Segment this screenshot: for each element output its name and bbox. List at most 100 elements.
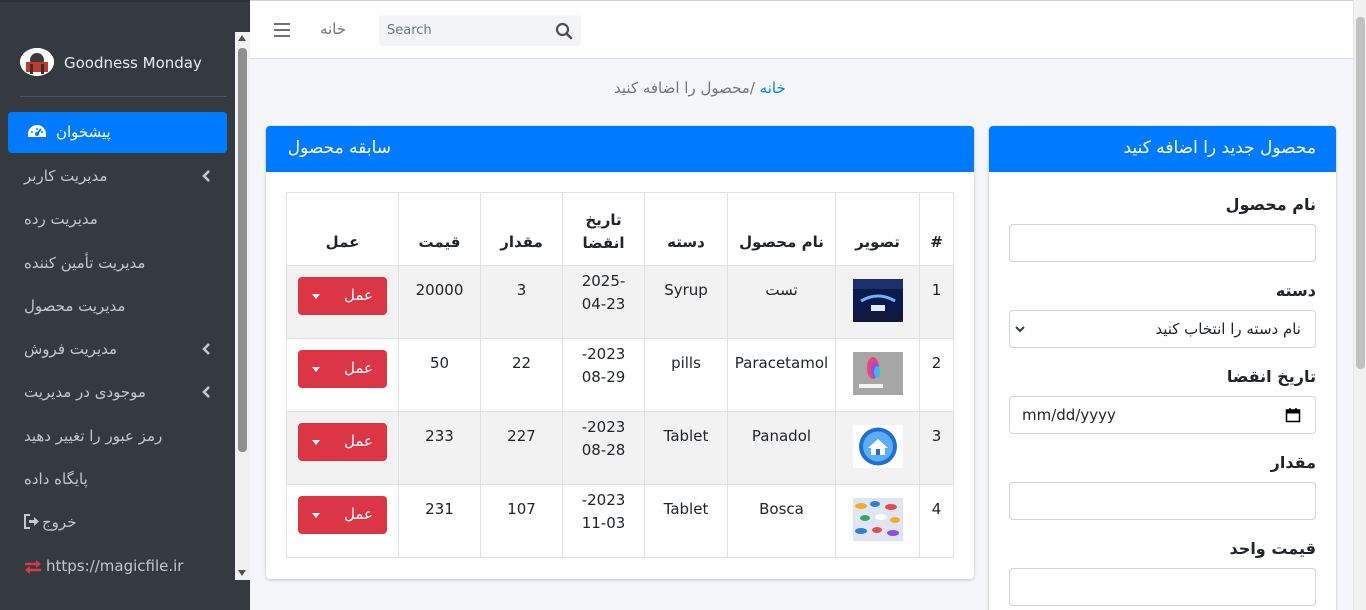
cell-quantity: 227 xyxy=(480,411,563,485)
sidebar-item-label: خروج xyxy=(42,513,77,532)
cell-number: 1 xyxy=(919,265,954,339)
sidebar-item-logout[interactable]: خروج xyxy=(0,501,235,544)
product-thumbnail[interactable] xyxy=(852,498,903,541)
sidebar-item-label: مدیریت تأمین کننده xyxy=(24,253,146,272)
exchange-icon xyxy=(25,559,41,574)
cell-action: عمل xyxy=(286,338,399,412)
caret-down-icon xyxy=(312,294,320,299)
scroll-up-arrow-icon[interactable] xyxy=(238,35,246,41)
search-icon[interactable] xyxy=(555,22,573,40)
chevron-left-icon xyxy=(202,343,210,356)
quantity-label: مقدار xyxy=(1270,453,1316,472)
menu-toggle-icon[interactable] xyxy=(274,23,290,37)
expiry-year: 2023- xyxy=(581,491,626,509)
action-dropdown-button[interactable]: عمل xyxy=(298,277,387,315)
chevron-down-icon xyxy=(1015,326,1025,333)
category-selected-value: نام دسته را انتخاب کنید xyxy=(1155,320,1301,338)
cell-image xyxy=(835,265,920,339)
unit-price-field[interactable] xyxy=(1009,568,1316,606)
sidebar-item-supplier-management[interactable]: مدیریت تأمین کننده xyxy=(0,242,235,285)
col-header-expiry: تاریخ انقضا xyxy=(562,192,645,266)
cell-price: 231 xyxy=(398,484,481,558)
card-title: محصول جدید را اضافه کنید xyxy=(1123,138,1316,158)
sidebar-item-sales-management[interactable]: مدیریت فروش xyxy=(0,328,235,371)
card-header: محصول جدید را اضافه کنید xyxy=(989,126,1336,172)
expiry-date-label: تاریخ انقضا xyxy=(1226,367,1316,386)
scroll-down-arrow-icon[interactable] xyxy=(238,570,246,576)
scrollbar-thumb[interactable] xyxy=(238,48,247,452)
card-header: سابقه محصول xyxy=(266,126,974,172)
cell-name: Bosca xyxy=(727,484,836,558)
brand-link[interactable]: Goodness Monday xyxy=(0,32,250,96)
breadcrumb-home[interactable]: خانه xyxy=(760,79,786,97)
expiry-monthday: 11-03 xyxy=(581,514,626,532)
search-input[interactable] xyxy=(379,15,549,46)
sidebar-scrollbar[interactable] xyxy=(235,32,250,580)
sidebar-item-database[interactable]: پایگاه داده xyxy=(0,458,235,501)
expiry-year: 2023- xyxy=(581,418,626,436)
sidebar-item-product-management[interactable]: مدیریت محصول xyxy=(0,285,235,328)
divider xyxy=(20,96,227,97)
page-scrollbar[interactable] xyxy=(1353,0,1366,610)
cell-category: Tablet xyxy=(644,484,728,558)
sidebar-item-label: پایگاه داده xyxy=(24,470,88,489)
sidebar-item-user-management[interactable]: مدیریت کاربر xyxy=(0,155,235,198)
category-label: دسته xyxy=(1275,281,1316,300)
cell-image xyxy=(835,411,920,485)
sidebar-item-label: https://magicfile.ir xyxy=(46,556,184,575)
sidebar-item-label: موجودی در مدیریت xyxy=(24,383,146,402)
col-header-image: تصویر xyxy=(835,192,920,266)
expiry-year: 2025- xyxy=(581,272,626,290)
expiry-date-field[interactable]: mm/dd/yyyy xyxy=(1009,396,1316,434)
product-name-label: نام محصول xyxy=(1225,195,1316,214)
cell-quantity: 22 xyxy=(480,338,563,412)
expiry-monthday: 08-28 xyxy=(581,441,626,459)
sidebar-item-label: مدیریت کاربر xyxy=(24,167,108,185)
table-row: 4 Bosca Tablet 2023- 11-03 107 231 عمل xyxy=(286,484,954,558)
col-header-number: # xyxy=(919,192,954,266)
sidebar-item-magicfile-link[interactable]: https://magicfile.ir xyxy=(0,545,235,588)
cell-expiry: 2023- 08-29 xyxy=(562,338,645,412)
chevron-left-icon xyxy=(202,170,210,182)
cell-expiry: 2023- 08-28 xyxy=(562,411,645,485)
cell-category: pills xyxy=(644,338,728,412)
sidebar-item-change-password[interactable]: رمز عبور را تغییر دهید xyxy=(0,415,235,458)
sidebar-nav: پیشخوان مدیریت کاربر مدیریت رده مدیریت ت… xyxy=(0,112,235,588)
sidebar-item-dashboard[interactable]: پیشخوان xyxy=(8,112,227,153)
product-thumbnail[interactable] xyxy=(852,352,903,395)
expiry-date-placeholder: mm/dd/yyyy xyxy=(1022,406,1116,424)
cell-expiry: 2023- 11-03 xyxy=(562,484,645,558)
expiry-monthday: 04-23 xyxy=(581,295,626,313)
sidebar-item-category-management[interactable]: مدیریت رده xyxy=(0,198,235,241)
product-thumbnail[interactable] xyxy=(852,279,903,322)
tachometer-icon xyxy=(28,125,46,137)
action-label: عمل xyxy=(344,359,373,377)
breadcrumb-separator: / xyxy=(749,79,760,97)
add-product-card: محصول جدید را اضافه کنید نام محصول دسته … xyxy=(989,126,1336,610)
caret-down-icon xyxy=(312,513,320,518)
nav-home-link[interactable]: خانه xyxy=(320,20,346,38)
action-dropdown-button[interactable]: عمل xyxy=(298,350,387,388)
col-header-quantity: مقدار xyxy=(480,192,563,266)
unit-price-label: قیمت واحد xyxy=(1229,539,1316,558)
cell-number: 3 xyxy=(919,411,954,485)
action-dropdown-button[interactable]: عمل xyxy=(298,496,387,534)
product-name-field[interactable] xyxy=(1009,224,1316,262)
cell-number: 2 xyxy=(919,338,954,412)
cell-action: عمل xyxy=(286,265,399,339)
quantity-field[interactable] xyxy=(1009,482,1316,520)
sidebar-item-inventory-management[interactable]: موجودی در مدیریت xyxy=(0,371,235,414)
sidebar-item-label: مدیریت فروش xyxy=(24,340,118,359)
cell-name: Panadol xyxy=(727,411,836,485)
products-table: # تصویر نام محصول دسته تاریخ انقضا مقدار… xyxy=(286,192,954,558)
scrollbar-thumb[interactable] xyxy=(1356,17,1365,369)
calendar-icon[interactable] xyxy=(1285,407,1301,423)
category-select[interactable]: نام دسته را انتخاب کنید xyxy=(1009,310,1316,348)
cell-price: 233 xyxy=(398,411,481,485)
brand-text: Goodness Monday xyxy=(64,54,202,72)
cell-number: 4 xyxy=(919,484,954,558)
cell-category: Tablet xyxy=(644,411,728,485)
product-thumbnail[interactable] xyxy=(852,425,903,468)
table-row: 2 Paracetamol pills 2023- 08-29 22 50 عم… xyxy=(286,338,954,412)
action-dropdown-button[interactable]: عمل xyxy=(298,423,387,461)
